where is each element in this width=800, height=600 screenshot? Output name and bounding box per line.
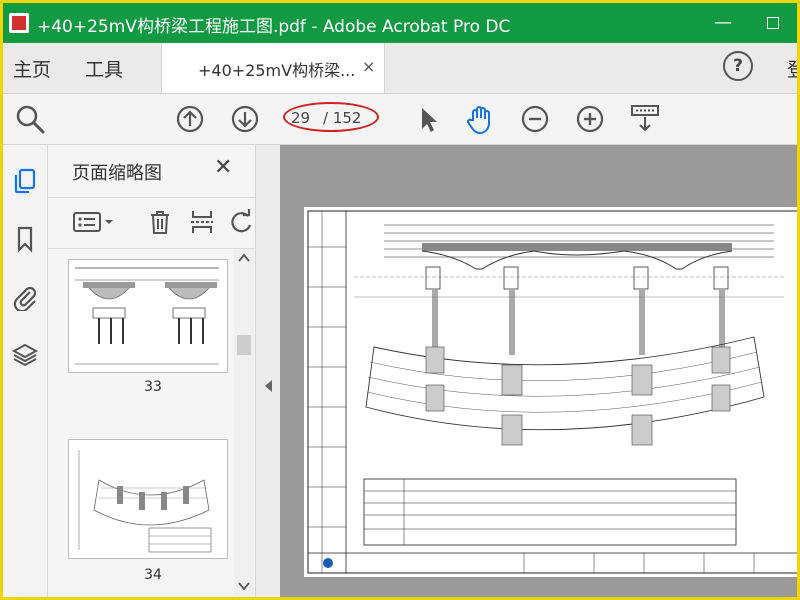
thumbnail-drawing [75, 267, 219, 365]
hand-tool-icon[interactable] [463, 102, 497, 136]
page-up-icon[interactable] [173, 102, 207, 136]
maximize-icon [767, 17, 779, 29]
select-arrow-icon[interactable] [411, 102, 445, 136]
document-view[interactable] [280, 145, 797, 597]
panel-toolbar [48, 197, 255, 249]
thumbnail-page-33[interactable] [68, 259, 228, 373]
scroll-down-icon[interactable] [238, 581, 250, 591]
document-tab-label: +40+25mV构桥梁... [198, 61, 356, 80]
thumbnail-panel: 页面缩略图 ✕ 33 34 [48, 145, 256, 597]
scrollbar-thumb[interactable] [237, 335, 251, 355]
thumbnail-label: 34 [144, 567, 162, 583]
rotate-icon[interactable] [228, 208, 256, 236]
pdf-page [304, 207, 797, 577]
pages-icon[interactable] [11, 167, 39, 195]
panel-close-icon[interactable]: ✕ [214, 155, 232, 180]
maximize-button[interactable] [753, 9, 793, 37]
menu-home[interactable]: 主页 [13, 55, 51, 82]
app-window: +40+25mV构桥梁工程施工图.pdf - Adobe Acrobat Pro… [0, 0, 800, 600]
thumbnail-drawing [78, 450, 212, 553]
attachment-icon[interactable] [11, 283, 39, 311]
thumbnail-options-icon[interactable] [72, 208, 116, 236]
panel-collapse-bar[interactable] [256, 145, 280, 597]
tab-close-icon[interactable]: × [362, 57, 375, 76]
layers-icon[interactable] [11, 341, 39, 369]
title-bar: +40+25mV构桥梁工程施工图.pdf - Adobe Acrobat Pro… [3, 3, 797, 43]
tab-bar: 主页 工具 +40+25mV构桥梁... × ? 登 [3, 43, 797, 94]
window-title: +40+25mV构桥梁工程施工图.pdf - Adobe Acrobat Pro… [37, 17, 511, 37]
zoom-out-icon[interactable] [518, 102, 552, 136]
scroll-up-icon[interactable] [238, 253, 250, 263]
thumbnails-list: 33 34 [48, 249, 234, 597]
sign-in-button[interactable]: 登 [787, 55, 797, 82]
toolbar: 29 / 152 [3, 94, 797, 145]
bookmark-icon[interactable] [11, 225, 39, 253]
document-tab[interactable]: +40+25mV构桥梁... × [161, 43, 385, 93]
zoom-in-icon[interactable] [573, 102, 607, 136]
navigation-rail [3, 145, 48, 597]
search-icon[interactable] [13, 102, 47, 136]
collapse-left-icon[interactable] [263, 379, 273, 393]
menu-tools[interactable]: 工具 [85, 55, 123, 82]
keyboard-scroll-icon[interactable] [628, 102, 662, 136]
thumbnail-scrollbar[interactable] [234, 249, 254, 597]
page-gap [280, 577, 797, 597]
engineering-drawing [307, 210, 797, 574]
crop-icon[interactable] [188, 208, 216, 236]
thumbnail-page-34[interactable] [68, 439, 228, 559]
highlight-ellipse [283, 102, 379, 132]
minimize-button[interactable]: — [703, 9, 743, 37]
help-button[interactable]: ? [723, 51, 753, 81]
delete-icon[interactable] [146, 208, 174, 236]
acrobat-app-icon[interactable] [9, 13, 29, 33]
page-down-icon[interactable] [228, 102, 262, 136]
panel-title: 页面缩略图 [72, 163, 162, 184]
thumbnail-label: 33 [144, 379, 162, 395]
